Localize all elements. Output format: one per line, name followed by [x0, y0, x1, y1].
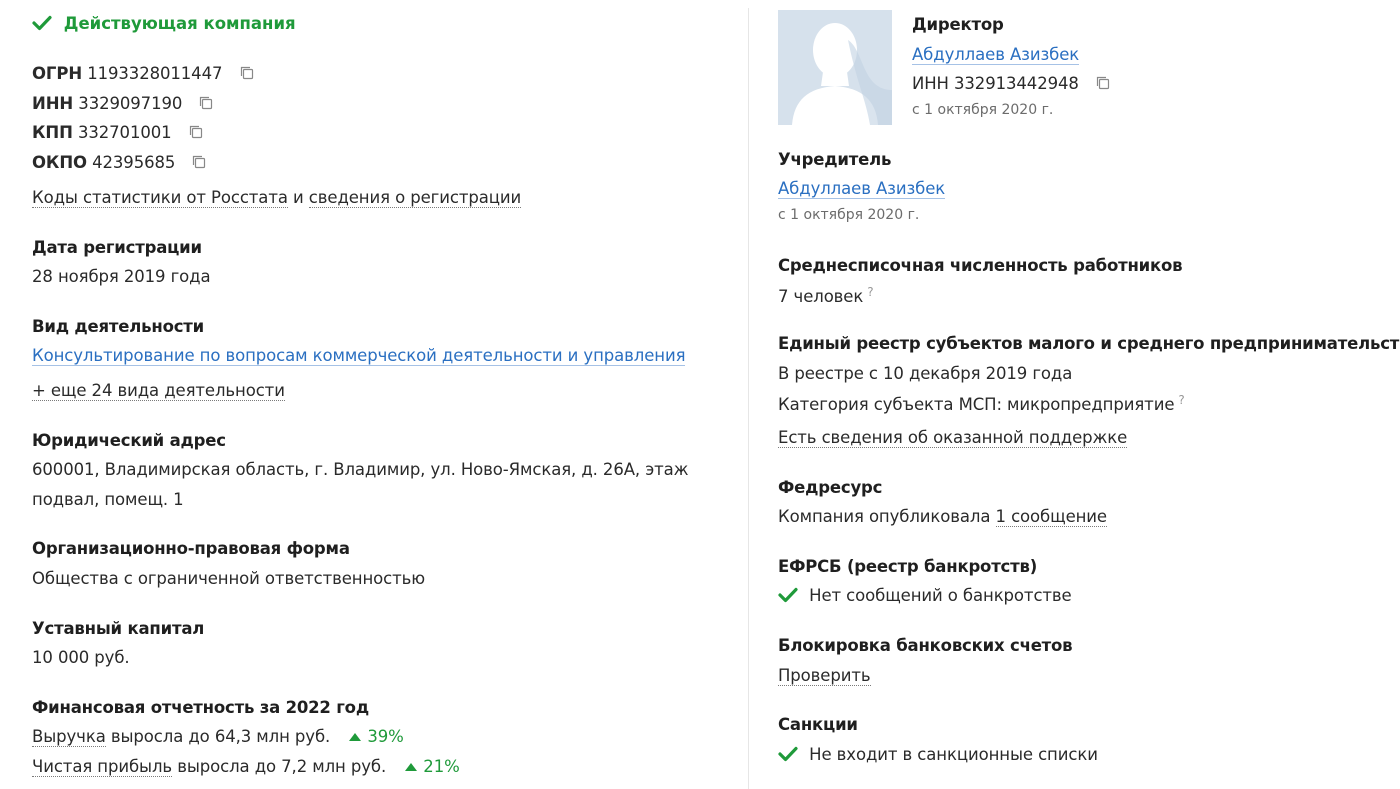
activity-main-link[interactable]: Консультирование по вопросам коммерческо… [32, 346, 686, 366]
fedresurs-row: Компания опубликовала 1 сообщение [778, 507, 1107, 527]
founder-title: Учредитель [778, 150, 892, 169]
code-row-ogrn: ОГРН 1193328011447 [32, 64, 254, 83]
msp-title: Единый реестр субъектов малого и среднег… [778, 334, 1400, 353]
founder-name: Абдуллаев Азизбек [778, 179, 945, 199]
director-name-link[interactable]: Абдуллаев Азизбек [912, 45, 1079, 65]
founder-name-link[interactable]: Абдуллаев Азизбек [778, 179, 945, 199]
registration-date: 28 ноября 2019 года [32, 267, 211, 286]
activity-more-link[interactable]: + еще 24 вида деятельности [32, 381, 285, 401]
revenue-link[interactable]: Выручка [32, 727, 106, 747]
activity-more: + еще 24 вида деятельности [32, 381, 285, 401]
capital-value: 10 000 руб. [32, 648, 130, 667]
registration-info-link[interactable]: сведения о регистрации [308, 188, 521, 208]
director-inn-label: ИНН [912, 74, 949, 93]
check-icon [778, 746, 798, 762]
copy-icon[interactable] [1096, 76, 1110, 90]
director-inn: ИНН 332913442948 [912, 74, 1110, 93]
code-value: 1193328011447 [87, 64, 223, 83]
profit-text: выросла до 7,2 млн руб. [177, 757, 387, 776]
profit-link[interactable]: Чистая прибыль [32, 757, 172, 777]
bank-block-check-link[interactable]: Проверить [778, 666, 871, 686]
employees-value: 7 человек [778, 287, 864, 306]
check-icon [32, 15, 52, 31]
address-line-1: 600001, Владимирская область, г. Владими… [32, 460, 689, 479]
finance-title: Финансовая отчетность за 2022 год [32, 698, 369, 717]
code-value: 332701001 [77, 123, 172, 142]
employees-title: Среднесписочная численность работников [778, 256, 1183, 275]
director-title: Директор [912, 15, 1004, 34]
msp-since: В реестре с 10 декабря 2019 года [778, 364, 1073, 383]
activity-title: Вид деятельности [32, 317, 205, 336]
code-label: КПП [32, 123, 73, 142]
bank-block-row: Проверить [778, 666, 871, 686]
code-row-okpo: ОКПО 42395685 [32, 153, 206, 172]
revenue-text: выросла до 64,3 млн руб. [110, 727, 331, 746]
director-inn-value: 332913442948 [954, 74, 1079, 93]
status-label: Действующая компания [63, 14, 296, 33]
registration-title: Дата регистрации [32, 238, 202, 257]
stats-links: Коды статистики от Росстата и сведения о… [32, 188, 521, 208]
question-icon[interactable]: ? [1178, 393, 1184, 407]
code-label: ОКПО [32, 153, 87, 172]
rosstat-codes-link[interactable]: Коды статистики от Росстата [32, 188, 288, 208]
director-name: Абдуллаев Азизбек [912, 45, 1079, 65]
copy-icon[interactable] [199, 96, 213, 110]
finance-profit: Чистая прибыль выросла до 7,2 млн руб. 2… [32, 757, 460, 777]
revenue-change: 39% [367, 727, 404, 746]
fedresurs-messages-link[interactable]: 1 сообщение [995, 507, 1107, 527]
msp-category-row: Категория субъекта МСП: микропредприятие… [778, 393, 1185, 414]
arrow-up-icon [405, 763, 418, 771]
copy-icon[interactable] [240, 66, 254, 80]
question-icon[interactable]: ? [867, 285, 873, 299]
code-row-kpp: КПП 332701001 [32, 123, 203, 142]
efrsb-row: Нет сообщений о банкротстве [778, 586, 1072, 605]
column-divider [748, 8, 749, 789]
sanctions-text: Не входит в санкционные списки [809, 745, 1098, 764]
company-status: Действующая компания [32, 14, 296, 33]
profit-change: 21% [423, 757, 460, 776]
code-value: 3329097190 [78, 94, 183, 113]
code-value: 42395685 [92, 153, 176, 172]
legal-form-title: Организационно-правовая форма [32, 539, 350, 558]
address-title: Юридический адрес [32, 431, 226, 450]
efrsb-text: Нет сообщений о банкротстве [809, 586, 1072, 605]
check-icon [778, 587, 798, 603]
copy-icon[interactable] [189, 125, 203, 139]
director-since: с 1 октября 2020 г. [912, 102, 1054, 118]
code-row-inn: ИНН 3329097190 [32, 94, 213, 113]
stats-links-and: и [293, 188, 304, 207]
address-line-2: подвал, помещ. 1 [32, 490, 184, 509]
arrow-up-icon [349, 733, 362, 741]
capital-title: Уставный капитал [32, 619, 205, 638]
msp-support: Есть сведения об оказанной поддержке [778, 428, 1127, 448]
copy-icon[interactable] [192, 155, 206, 169]
sanctions-row: Не входит в санкционные списки [778, 745, 1098, 764]
director-avatar [778, 10, 892, 125]
code-label: ИНН [32, 94, 74, 113]
msp-support-link[interactable]: Есть сведения об оказанной поддержке [778, 428, 1127, 448]
sanctions-title: Санкции [778, 715, 858, 734]
msp-category: Категория субъекта МСП: микропредприятие [778, 395, 1175, 414]
finance-revenue: Выручка выросла до 64,3 млн руб. 39% [32, 727, 404, 747]
founder-since: с 1 октября 2020 г. [778, 207, 920, 223]
fedresurs-title: Федресурс [778, 478, 883, 497]
avatar-silhouette-icon [792, 23, 892, 125]
code-label: ОГРН [32, 64, 83, 83]
efrsb-title: ЕФРСБ (реестр банкротств) [778, 557, 1038, 576]
legal-form-value: Общества с ограниченной ответственностью [32, 569, 426, 588]
employees-row: 7 человек? [778, 285, 874, 306]
fedresurs-text: Компания опубликовала [778, 507, 991, 526]
activity-main: Консультирование по вопросам коммерческо… [32, 346, 686, 366]
bank-block-title: Блокировка банковских счетов [778, 636, 1073, 655]
